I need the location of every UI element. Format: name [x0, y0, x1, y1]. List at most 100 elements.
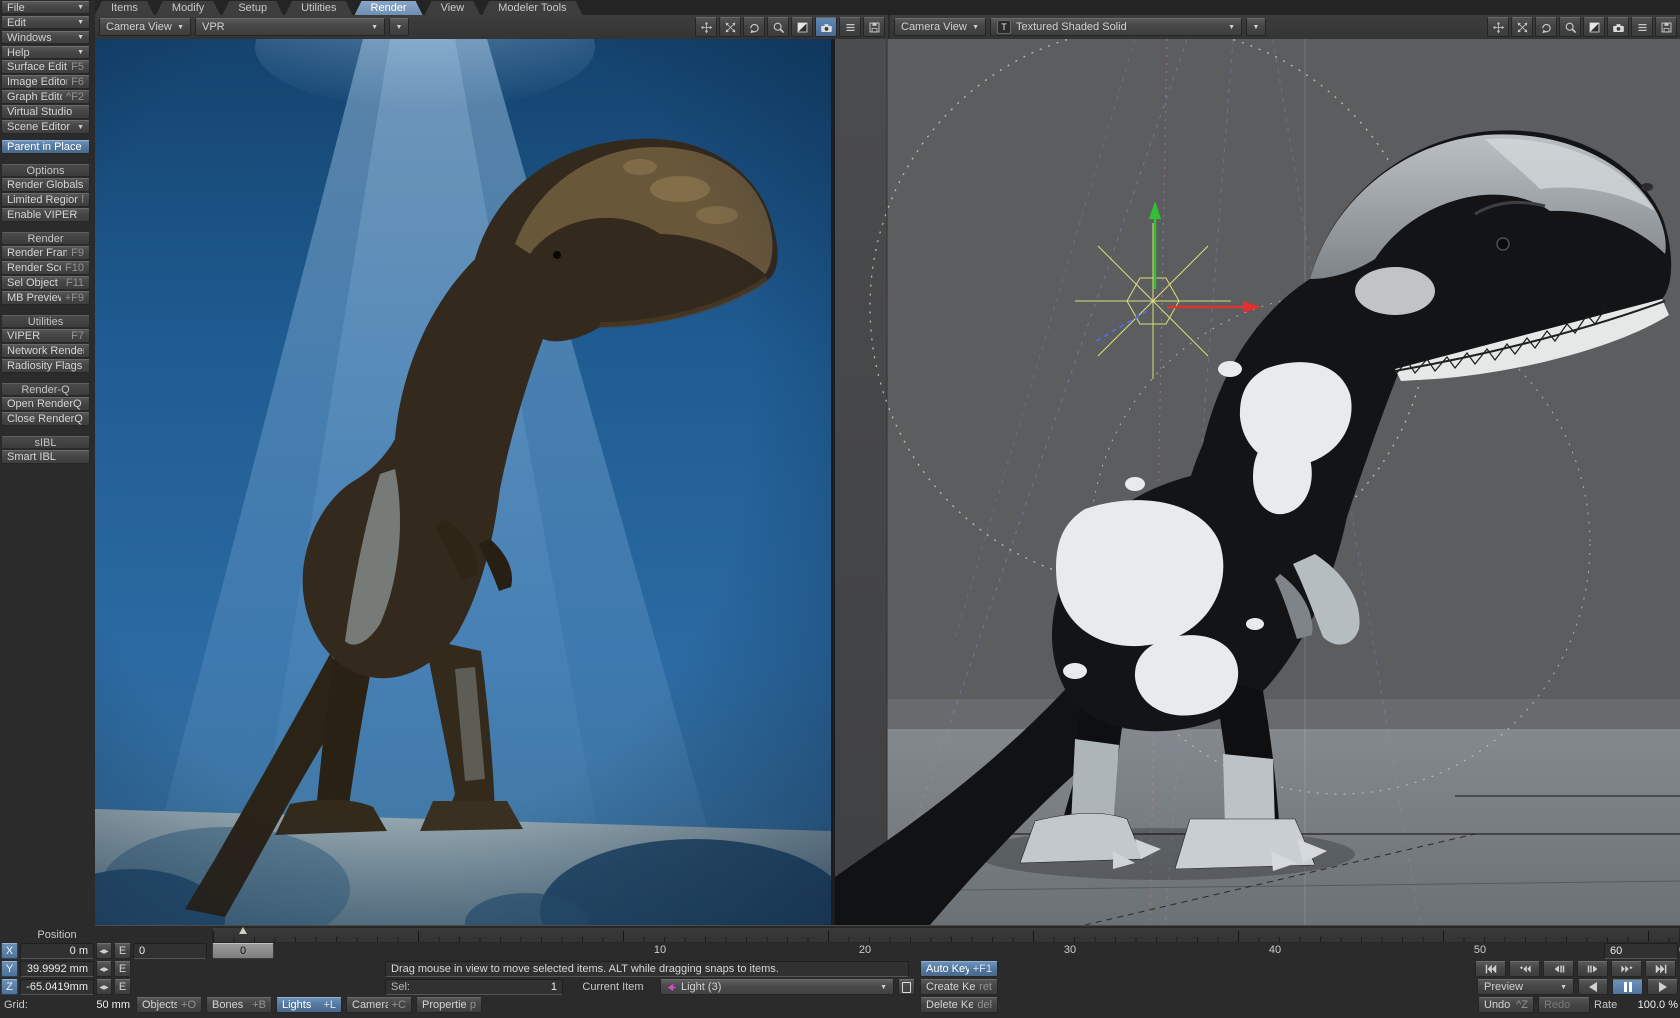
- sidebar-item-label: Surface Editor: [7, 61, 67, 73]
- sidebar-item-virtual-studio[interactable]: Virtual Studio: [1, 105, 90, 119]
- sidebar-item-open-renderq[interactable]: Open RenderQ: [1, 397, 90, 411]
- current-item-dropdown[interactable]: Light (3) ▼: [660, 979, 894, 995]
- auto-key-button[interactable]: Auto Key+F1: [920, 961, 998, 977]
- item-type-lights-button[interactable]: Lights+L: [276, 997, 342, 1013]
- tab-view[interactable]: View: [425, 1, 481, 15]
- position-y-value[interactable]: 39.9992 mm: [20, 961, 94, 977]
- skip-start-button[interactable]: [1475, 961, 1506, 977]
- envelope-x-button[interactable]: E: [114, 943, 131, 959]
- list-icon[interactable]: [839, 17, 861, 37]
- item-type-cameras-button[interactable]: Cameras+C: [346, 997, 412, 1013]
- viewport-right-view-dropdown[interactable]: Camera View ▼: [894, 18, 986, 36]
- viewport-left-view-dropdown[interactable]: Camera View ▼: [99, 18, 191, 36]
- save-icon[interactable]: [863, 17, 885, 37]
- end-frame-field[interactable]: 60: [1604, 943, 1678, 959]
- step-back-button[interactable]: [1543, 961, 1574, 977]
- axis-x-button[interactable]: X: [1, 943, 18, 959]
- undo-button[interactable]: Undo ^Z: [1478, 997, 1534, 1013]
- stepper-icon[interactable]: ◀▶: [96, 943, 112, 959]
- viewport-left-vpr-render[interactable]: [95, 39, 831, 925]
- menu-windows[interactable]: Windows▼: [1, 31, 90, 44]
- item-type-bones-button[interactable]: Bones+B: [206, 997, 272, 1013]
- preview-dropdown[interactable]: Preview ▼: [1477, 979, 1574, 995]
- shortcut-label: F7: [71, 330, 84, 342]
- timeline-current-frame-handle[interactable]: 0: [212, 943, 274, 959]
- sidebar-item-label: Network Render: [7, 345, 84, 357]
- camera-icon[interactable]: [815, 17, 837, 37]
- sidebar-item-scene-editor[interactable]: Scene Editor▼: [1, 120, 90, 134]
- frame-field[interactable]: 0: [133, 943, 207, 959]
- stepper-icon[interactable]: ◀▶: [96, 979, 112, 995]
- next-key-button[interactable]: [1611, 961, 1642, 977]
- timeline-marker-icon[interactable]: [239, 927, 247, 934]
- camera-icon[interactable]: [1607, 17, 1629, 37]
- axis-z-button[interactable]: Z: [1, 979, 18, 995]
- rotate-icon[interactable]: [743, 17, 765, 37]
- item-type-objects-button[interactable]: Objects+O: [136, 997, 202, 1013]
- sidebar-item-radiosity-flags[interactable]: Radiosity Flags: [1, 359, 90, 373]
- item-type-properties-button[interactable]: Propertiesp: [416, 997, 482, 1013]
- stepper-icon[interactable]: ◀▶: [96, 961, 112, 977]
- position-z-value[interactable]: -65.0419mm: [20, 979, 94, 995]
- sidebar-item-mb-preview[interactable]: MB Preview+F9: [1, 291, 90, 305]
- maximize-icon[interactable]: [791, 17, 813, 37]
- timeline-tick-bar[interactable]: [212, 927, 1680, 943]
- step-forward-button[interactable]: [1577, 961, 1608, 977]
- envelope-y-button[interactable]: E: [114, 961, 131, 977]
- viewport-left-mode-dropdown[interactable]: VPR ▼: [195, 18, 385, 36]
- play-reverse-button[interactable]: [1578, 979, 1608, 995]
- sidebar-item-render-scene[interactable]: Render SceneF10: [1, 261, 90, 275]
- pan-icon[interactable]: [1487, 17, 1509, 37]
- menu-help[interactable]: Help▼: [1, 46, 90, 59]
- sidebar-item-render-globals[interactable]: Render Globals: [1, 178, 90, 192]
- menu-edit[interactable]: Edit▼: [1, 16, 90, 29]
- sidebar-item-smart-ibl[interactable]: Smart IBL: [1, 450, 90, 464]
- item-list-panel-button[interactable]: [898, 979, 915, 995]
- selection-count-field[interactable]: Sel: 1: [385, 979, 563, 995]
- menu-file[interactable]: File▼: [1, 1, 90, 14]
- sidebar-item-sel-object[interactable]: Sel ObjectF11: [1, 276, 90, 290]
- rotate-icon[interactable]: [1535, 17, 1557, 37]
- tab-items[interactable]: Items: [95, 1, 154, 15]
- zoom-icon[interactable]: [767, 17, 789, 37]
- zoom-icon[interactable]: [1559, 17, 1581, 37]
- prev-key-button[interactable]: [1509, 961, 1540, 977]
- sidebar-item-limited-region[interactable]: Limited Regionl: [1, 193, 90, 207]
- sidebar-item-network-render[interactable]: Network Render: [1, 344, 90, 358]
- axis-y-button[interactable]: Y: [1, 961, 18, 977]
- tab-setup[interactable]: Setup: [222, 1, 283, 15]
- chevron-down-icon: ▼: [1560, 984, 1567, 991]
- dolly-icon[interactable]: [1511, 17, 1533, 37]
- sidebar-item-surface-editor[interactable]: Surface EditorF5: [1, 60, 90, 74]
- sidebar-item-parent-in-place[interactable]: Parent in Place: [1, 140, 90, 154]
- pan-icon[interactable]: [695, 17, 717, 37]
- sidebar-item-viper[interactable]: VIPERF7: [1, 329, 90, 343]
- tab-render[interactable]: Render: [355, 1, 423, 15]
- viewport-left-extra-dropdown[interactable]: ▼: [389, 18, 409, 36]
- viewport-right-mode-dropdown[interactable]: T Textured Shaded Solid ▼: [990, 18, 1242, 36]
- dolly-icon[interactable]: [719, 17, 741, 37]
- sidebar-item-enable-viper[interactable]: Enable VIPER: [1, 208, 90, 222]
- viewport-right-extra-dropdown[interactable]: ▼: [1246, 18, 1266, 36]
- save-icon[interactable]: [1655, 17, 1677, 37]
- sidebar-item-close-renderq[interactable]: Close RenderQ: [1, 412, 90, 426]
- sidebar-item-graph-editor[interactable]: Graph Editor^F2: [1, 90, 90, 104]
- maximize-icon[interactable]: [1583, 17, 1605, 37]
- create-key-button[interactable]: Create Keyret: [920, 979, 998, 995]
- tab-modeler-tools[interactable]: Modeler Tools: [482, 1, 582, 15]
- stepper-glyph: ◀▶: [99, 948, 108, 955]
- sidebar-item-image-editor[interactable]: Image EditorF6: [1, 75, 90, 89]
- timeline-track[interactable]: 0 102030405060: [212, 943, 1600, 959]
- viewport-right-opengl-view[interactable]: [835, 39, 1680, 925]
- tab-modify[interactable]: Modify: [156, 1, 220, 15]
- position-x-value[interactable]: 0 m: [20, 943, 94, 959]
- envelope-z-button[interactable]: E: [114, 979, 131, 995]
- skip-end-button[interactable]: [1645, 961, 1676, 977]
- list-icon[interactable]: [1631, 17, 1653, 37]
- play-forward-button[interactable]: [1647, 979, 1678, 995]
- sidebar-item-render-frame[interactable]: Render FrameF9: [1, 246, 90, 260]
- tab-utilities[interactable]: Utilities: [285, 1, 352, 15]
- redo-button[interactable]: Redo: [1538, 997, 1590, 1013]
- pause-button[interactable]: [1612, 979, 1643, 995]
- delete-key-button[interactable]: Delete Keydel: [920, 997, 998, 1013]
